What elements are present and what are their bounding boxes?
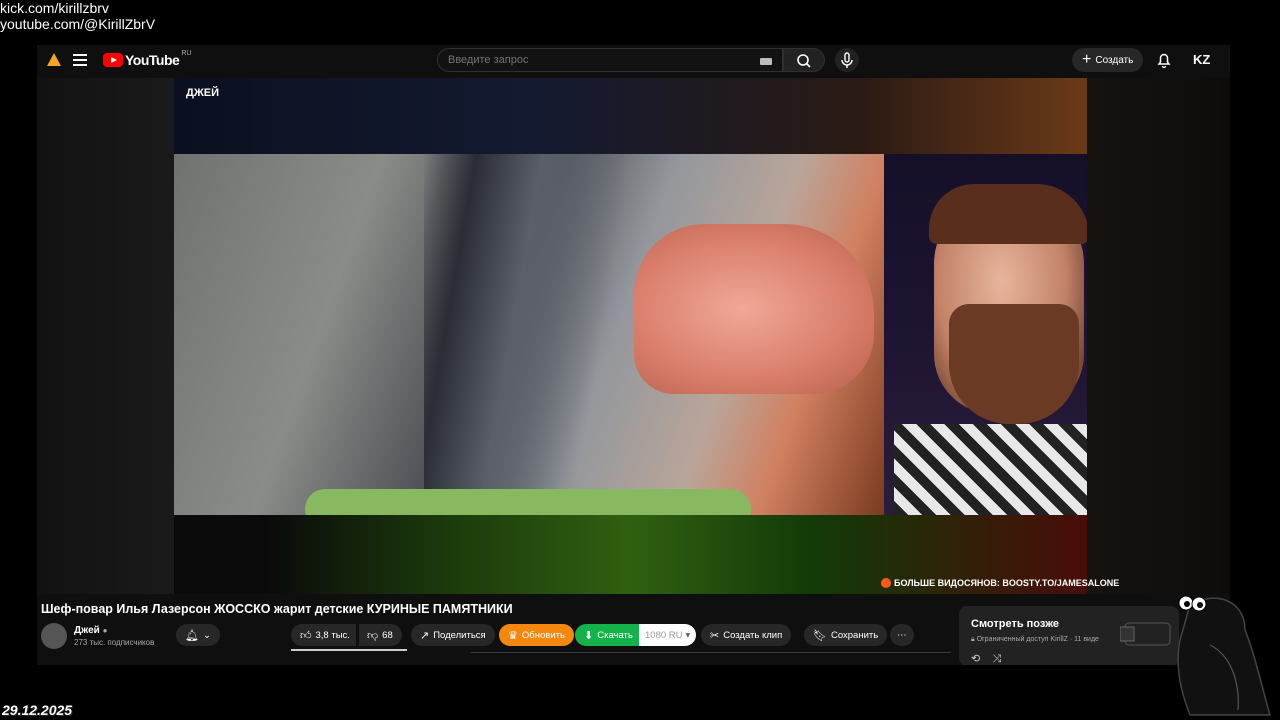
upgrade-button[interactable]: ♛ Обновить <box>499 624 574 646</box>
save-label: Сохранить <box>830 629 879 641</box>
thumbs-up-icon: 👍︎ <box>300 629 312 642</box>
crow-mascot <box>1120 595 1271 716</box>
caret-down-icon: ▾ <box>685 629 691 641</box>
create-button[interactable]: + Создать <box>1072 48 1144 72</box>
watch-later-subtitle: 🔒︎ Ограниченный доступ KirillZ · 11 виде <box>971 636 1099 644</box>
video-title: Шеф-повар Илья Лазерсон ЖОССКО жарит дет… <box>41 602 513 616</box>
search-icon <box>797 54 811 68</box>
like-count: 3,8 тыс. <box>315 629 350 641</box>
webcam-hair <box>929 184 1087 244</box>
account-avatar[interactable]: KZ <box>1193 52 1210 67</box>
scissors-icon: ✂ <box>710 629 720 642</box>
share-icon: ↗ <box>420 629 430 642</box>
streamer-webcam <box>884 154 1087 515</box>
boosty-caption: БОЛЬШЕ ВИДОСЯНОВ: BOOSTY.TO/JAMESALONE <box>881 578 1119 588</box>
action-row: Джей ● 273 тыс. подписчиков 🔔︎ ⌄ 👍︎ 3,8 … <box>41 623 961 653</box>
keyboard-icon[interactable] <box>760 58 772 65</box>
bell-icon: 🔔︎ <box>185 629 199 642</box>
chevron-down-icon: ⌄ <box>202 629 211 641</box>
lock-icon: 🔒︎ <box>971 636 975 643</box>
share-button[interactable]: ↗ Поделиться <box>411 624 495 646</box>
more-icon: ⋯ <box>897 629 907 641</box>
shuffle-icon[interactable]: ⤨ <box>992 653 1001 665</box>
crown-icon: ♛ <box>508 629 518 642</box>
like-progress <box>291 649 407 651</box>
dislike-count: 68 <box>382 629 393 641</box>
youtube-play-icon <box>103 53 123 67</box>
boosty-icon <box>881 578 891 588</box>
channel-avatar[interactable] <box>41 623 67 649</box>
video-player[interactable]: ДЖЕЙ БОЛЬШЕ ВИДОСЯНОВ: BOOSTY.TO/JAMESAL… <box>37 78 1230 594</box>
logo-region: RU <box>181 50 192 57</box>
stream-date: 29.12.2025 <box>2 702 73 718</box>
share-label: Поделиться <box>433 629 486 641</box>
webcam-shirt <box>894 424 1087 515</box>
hand-shape <box>634 224 874 394</box>
pan-shape <box>424 154 624 515</box>
video-frame <box>174 154 884 515</box>
warning-icon[interactable] <box>47 53 61 66</box>
kick-link-text: kick.com/kirillzbrv <box>0 0 109 16</box>
logo-text: YouTube <box>125 52 180 68</box>
watch-later-title: Смотреть позже <box>971 618 1059 630</box>
subscribed-bell-button[interactable]: 🔔︎ ⌄ <box>176 624 220 646</box>
boosty-text: БОЛЬШЕ ВИДОСЯНОВ: BOOSTY.TO/JAMESALONE <box>894 578 1120 588</box>
video-source-channel: ДЖЕЙ <box>186 87 220 99</box>
thumbs-down-icon: 👎︎ <box>367 629 379 642</box>
channel-name-text: Джей <box>74 625 100 636</box>
download-label: Скачать <box>597 629 633 641</box>
menu-icon[interactable] <box>73 54 87 66</box>
youtube-link-text: youtube.com/@KirillZbrV <box>0 16 156 32</box>
stream-overlay-links: kick.com/kirillzbrv youtube.com/@KirillZ… <box>0 0 155 32</box>
ambient-right <box>1087 78 1230 594</box>
create-label: Создать <box>1095 54 1134 66</box>
bookmark-icon: 🔖︎ <box>813 629 827 642</box>
ambient-left <box>37 78 174 594</box>
webcam-beard <box>949 304 1079 424</box>
dislike-button[interactable]: 👎︎ 68 <box>359 624 402 646</box>
create-clip-button[interactable]: ✂ Создать клип <box>701 624 792 646</box>
youtube-window: YouTube RU + Создать KZ ДЖЕЙ <box>37 45 1230 665</box>
download-icon: ⬇ <box>584 629 594 642</box>
microphone-icon <box>841 52 853 68</box>
divider <box>471 652 951 653</box>
bell-icon <box>1157 53 1171 69</box>
search-box[interactable] <box>437 48 783 72</box>
voice-search-button[interactable] <box>835 48 859 72</box>
top-bar: YouTube RU + Создать KZ <box>37 45 1230 75</box>
verified-icon: ● <box>102 626 108 635</box>
clip-label: Создать клип <box>723 629 783 641</box>
download-button[interactable]: ⬇ Скачать <box>575 624 642 646</box>
more-button[interactable]: ⋯ <box>890 624 914 646</box>
like-button[interactable]: 👍︎ 3,8 тыс. <box>291 624 356 646</box>
search-input[interactable] <box>448 54 748 66</box>
subscriber-count: 273 тыс. подписчиков <box>74 638 155 647</box>
notifications-button[interactable] <box>1156 51 1172 74</box>
watch-later-subtitle-text: Ограниченный доступ KirillZ · 11 виде <box>976 636 1099 643</box>
video-top-strip <box>174 78 1087 154</box>
plus-icon: + <box>1082 51 1092 68</box>
playlist-controls: ⟲ ⤨ <box>971 652 1001 665</box>
save-button[interactable]: 🔖︎ Сохранить <box>804 624 888 646</box>
upgrade-label: Обновить <box>521 629 565 641</box>
search-button[interactable] <box>783 48 825 72</box>
youtube-logo[interactable]: YouTube RU <box>103 50 192 68</box>
channel-name[interactable]: Джей ● <box>74 625 107 636</box>
green-banner <box>305 489 751 515</box>
quality-select[interactable]: 1080 RU ▾ <box>639 624 697 646</box>
loop-icon[interactable]: ⟲ <box>971 653 980 665</box>
quality-label: 1080 RU <box>645 629 683 641</box>
